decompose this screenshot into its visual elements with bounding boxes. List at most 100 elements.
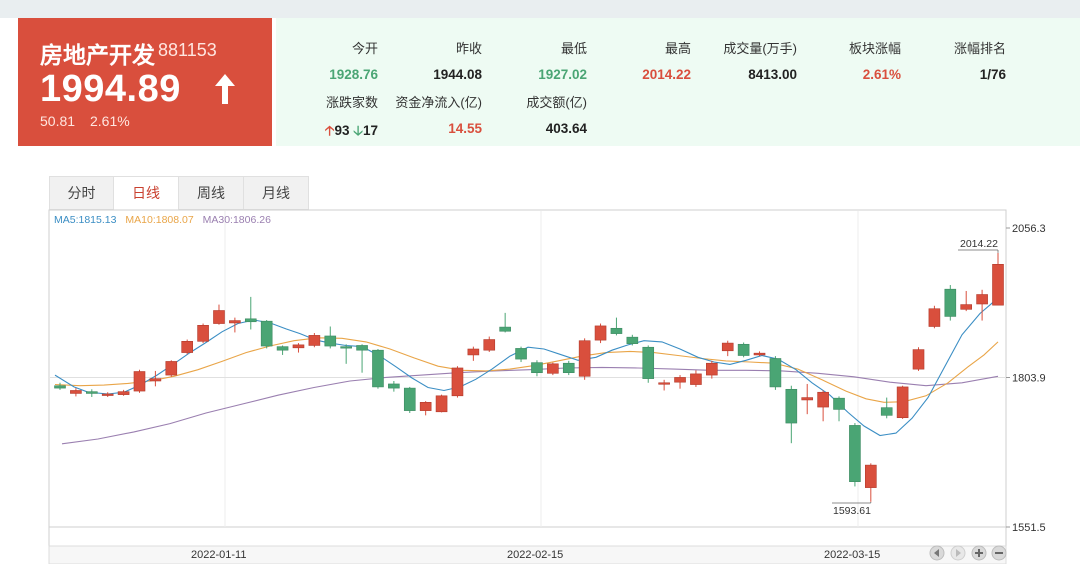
candle-body bbox=[324, 335, 337, 347]
candle-body bbox=[626, 336, 639, 344]
kline-chart[interactable]: MA5:1815.13 MA10:1808.07 MA30:1806.26 20… bbox=[0, 0, 1080, 564]
candle-body bbox=[785, 388, 798, 424]
candle bbox=[849, 423, 861, 487]
candle-body bbox=[276, 346, 289, 351]
candle-body bbox=[594, 325, 607, 341]
candle-body bbox=[976, 294, 988, 305]
candle bbox=[769, 356, 782, 390]
candle-body bbox=[292, 344, 305, 349]
candle-body bbox=[181, 341, 193, 353]
candle-body bbox=[578, 340, 591, 377]
y-tick: 1551.5 bbox=[1006, 522, 1046, 534]
candle-body bbox=[769, 358, 782, 388]
candle-body bbox=[690, 373, 702, 385]
y-tick-label: 1803.9 bbox=[1012, 373, 1046, 385]
candle-body bbox=[674, 377, 686, 383]
x-tick-label: 2022-03-15 bbox=[824, 549, 880, 561]
candle bbox=[594, 323, 607, 344]
y-tick: 1803.9 bbox=[1006, 373, 1046, 385]
candle-body bbox=[260, 320, 273, 347]
candle-body bbox=[356, 345, 368, 351]
candle-body bbox=[562, 362, 575, 374]
candle-body bbox=[706, 362, 718, 376]
candle-body bbox=[340, 346, 352, 349]
candle bbox=[944, 285, 957, 321]
candle-body bbox=[467, 348, 480, 356]
candle bbox=[642, 345, 655, 383]
candle-body bbox=[992, 264, 1004, 306]
candle bbox=[372, 349, 384, 389]
candle bbox=[260, 319, 273, 349]
y-tick-label: 1551.5 bbox=[1012, 522, 1046, 534]
candle-body bbox=[165, 361, 178, 376]
candle bbox=[165, 360, 178, 377]
candle-body bbox=[388, 383, 400, 389]
candle-body bbox=[610, 327, 623, 334]
candle-body bbox=[865, 464, 877, 488]
x-tick-label: 2022-02-15 bbox=[507, 549, 563, 561]
high-label: 2014.22 bbox=[960, 238, 998, 250]
candle-body bbox=[117, 391, 130, 395]
candle-body bbox=[372, 349, 384, 388]
candle bbox=[562, 360, 575, 376]
candle bbox=[928, 305, 941, 329]
candle bbox=[451, 366, 464, 398]
candle-body bbox=[833, 397, 845, 410]
candle-body bbox=[817, 391, 829, 408]
candle-body bbox=[149, 378, 162, 382]
candle bbox=[133, 369, 146, 393]
candle-body bbox=[944, 288, 957, 317]
candle-body bbox=[801, 397, 814, 401]
candle-body bbox=[912, 349, 925, 370]
scroll-right-icon[interactable] bbox=[950, 545, 966, 561]
candle-body bbox=[880, 407, 893, 416]
candle-body bbox=[928, 308, 941, 327]
candle-body bbox=[896, 386, 909, 419]
candle-body bbox=[753, 352, 766, 356]
y-tick-label: 2056.3 bbox=[1012, 223, 1046, 235]
candle bbox=[435, 394, 448, 413]
candle-body bbox=[721, 342, 734, 352]
candle-body bbox=[483, 339, 496, 351]
candle bbox=[737, 342, 750, 358]
candle-body bbox=[435, 395, 448, 413]
candle-body bbox=[229, 320, 241, 324]
candle-body bbox=[308, 335, 321, 346]
candle-body bbox=[737, 343, 750, 356]
candle-body bbox=[101, 393, 114, 396]
candle-body bbox=[547, 363, 559, 374]
candle-body bbox=[499, 326, 511, 332]
ma-legend: MA5:1815.13 MA10:1808.07 MA30:1806.26 bbox=[54, 214, 271, 226]
candle bbox=[403, 386, 416, 413]
candle-body bbox=[531, 362, 543, 374]
candle-body bbox=[70, 390, 82, 394]
candle-body bbox=[642, 346, 655, 379]
candle bbox=[308, 333, 321, 348]
zoom-in-icon[interactable] bbox=[971, 545, 987, 561]
candle bbox=[896, 385, 909, 419]
candle-body bbox=[213, 310, 225, 324]
candle bbox=[547, 362, 559, 376]
candle-body bbox=[515, 348, 527, 360]
candle bbox=[197, 323, 209, 344]
candle-body bbox=[133, 371, 146, 392]
candle bbox=[181, 339, 193, 355]
candle-body bbox=[85, 391, 98, 394]
candle bbox=[912, 347, 925, 371]
scroll-left-icon[interactable] bbox=[929, 545, 945, 561]
candle bbox=[578, 338, 591, 380]
low-label: 1593.61 bbox=[833, 505, 871, 517]
candle-body bbox=[403, 387, 416, 411]
ma30-legend: MA30:1806.26 bbox=[203, 214, 271, 226]
x-axis-ticks: 2022-01-11 2022-02-15 2022-03-15 bbox=[48, 545, 1007, 564]
candle-body bbox=[451, 367, 464, 397]
candle-body bbox=[54, 385, 66, 389]
zoom-out-icon[interactable] bbox=[991, 545, 1007, 561]
candle-body bbox=[419, 402, 432, 411]
candle-body bbox=[658, 382, 670, 385]
y-axis-ticks: 2056.3 1803.9 1551.5 bbox=[1006, 223, 1046, 534]
candle-body bbox=[849, 425, 861, 482]
ma5-legend: MA5:1815.13 bbox=[54, 214, 117, 226]
ma10-legend: MA10:1808.07 bbox=[125, 214, 193, 226]
y-tick: 2056.3 bbox=[1006, 223, 1046, 235]
